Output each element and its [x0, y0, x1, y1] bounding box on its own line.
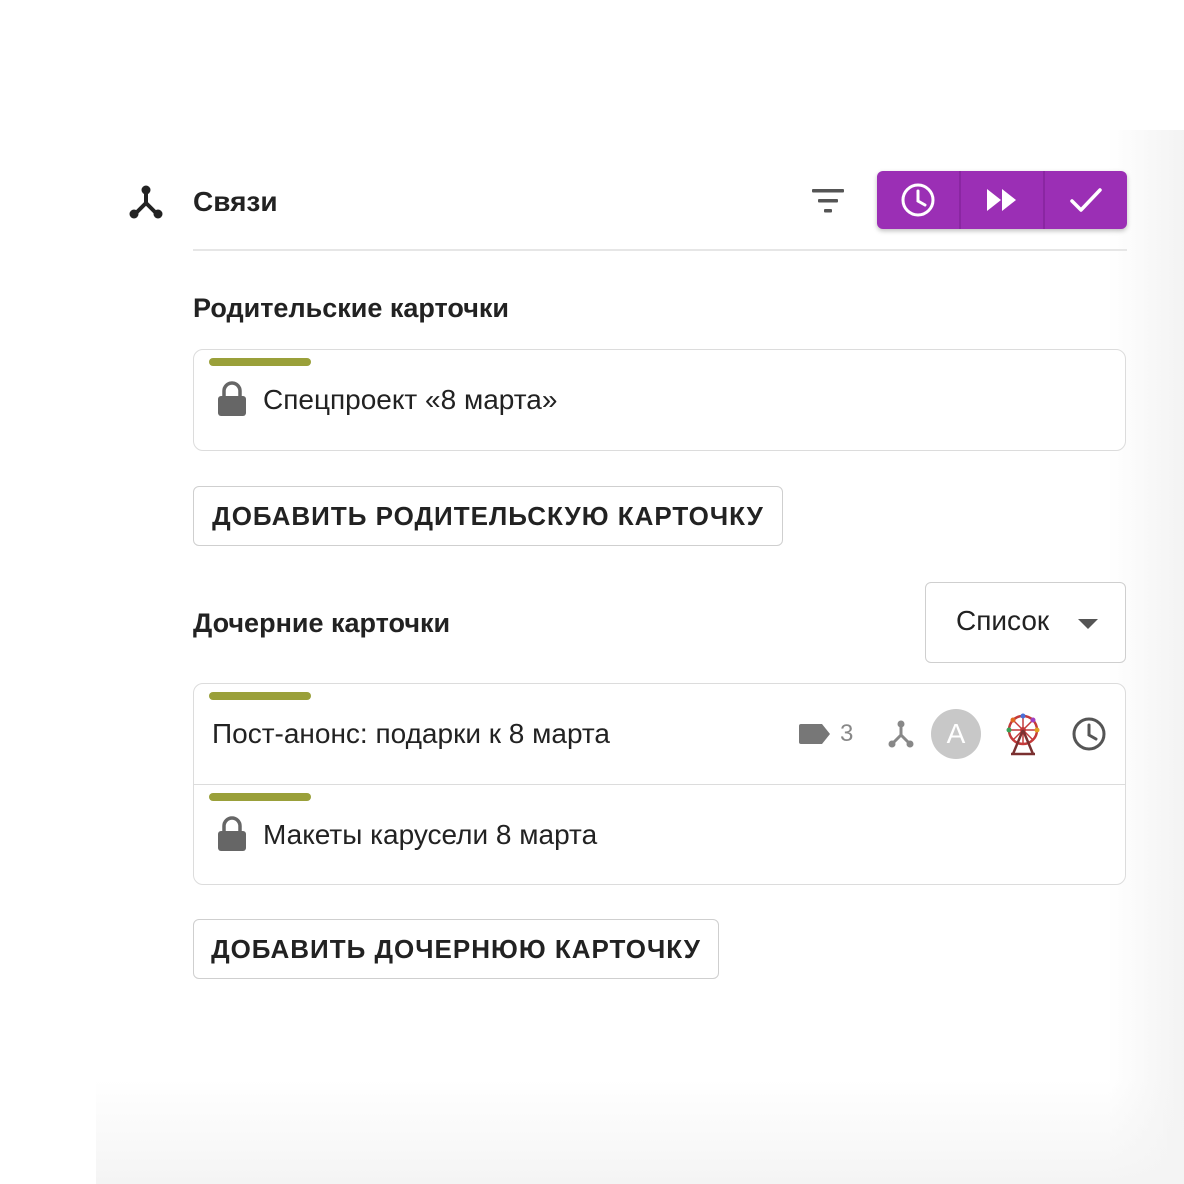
card-title: Пост-анонс: подарки к 8 марта [212, 718, 610, 749]
child-card[interactable]: Пост-анонс: подарки к 8 марта 3 A [194, 684, 1125, 784]
add-parent-card-button[interactable]: ДОБАВИТЬ РОДИТЕЛЬСКУЮ КАРТОЧКУ [193, 486, 783, 546]
parent-cards-list: Спецпроект «8 марта» [193, 349, 1126, 451]
child-cards-list: Пост-анонс: подарки к 8 марта 3 A Макеты… [193, 683, 1126, 885]
parent-cards-title: Родительские карточки [193, 293, 509, 323]
card-color-stripe [209, 692, 311, 700]
tag-count: 3 [840, 720, 854, 747]
card-title: Спецпроект «8 марта» [263, 384, 558, 415]
check-button[interactable] [1043, 171, 1127, 229]
tag-indicator: 3 [798, 684, 853, 784]
header-action-group [877, 171, 1127, 229]
card-title: Макеты карусели 8 марта [263, 819, 598, 850]
links-icon [128, 184, 164, 220]
caret-down-icon [1078, 619, 1098, 629]
header-divider [193, 249, 1127, 251]
child-cards-title: Дочерние карточки [193, 608, 451, 638]
clock-icon [901, 183, 935, 217]
lock-icon [216, 815, 248, 853]
filter-icon[interactable] [808, 183, 848, 219]
tag-icon [799, 724, 830, 744]
page-title: Связи [193, 186, 278, 217]
child-card[interactable]: Макеты карусели 8 марта [194, 784, 1125, 884]
avatar: A [931, 709, 981, 759]
fast-forward-icon [987, 189, 1016, 211]
background-shade-bottom [96, 1080, 1184, 1184]
card-color-stripe [209, 793, 311, 801]
ferris-wheel-icon [1003, 684, 1043, 784]
view-select-value: Список [956, 605, 1050, 636]
lock-icon [216, 380, 248, 418]
card-color-stripe [209, 358, 311, 366]
check-icon [1070, 188, 1102, 212]
assignee[interactable]: A [931, 684, 981, 784]
add-child-card-button[interactable]: ДОБАВИТЬ ДОЧЕРНЮЮ КАРТОЧКУ [193, 919, 719, 979]
parent-card[interactable]: Спецпроект «8 марта» [194, 350, 1125, 450]
links-icon [887, 684, 915, 784]
clock-icon [1070, 684, 1108, 784]
fast-forward-button[interactable] [959, 171, 1043, 229]
view-select[interactable]: Список [925, 582, 1126, 663]
clock-button[interactable] [877, 171, 959, 229]
